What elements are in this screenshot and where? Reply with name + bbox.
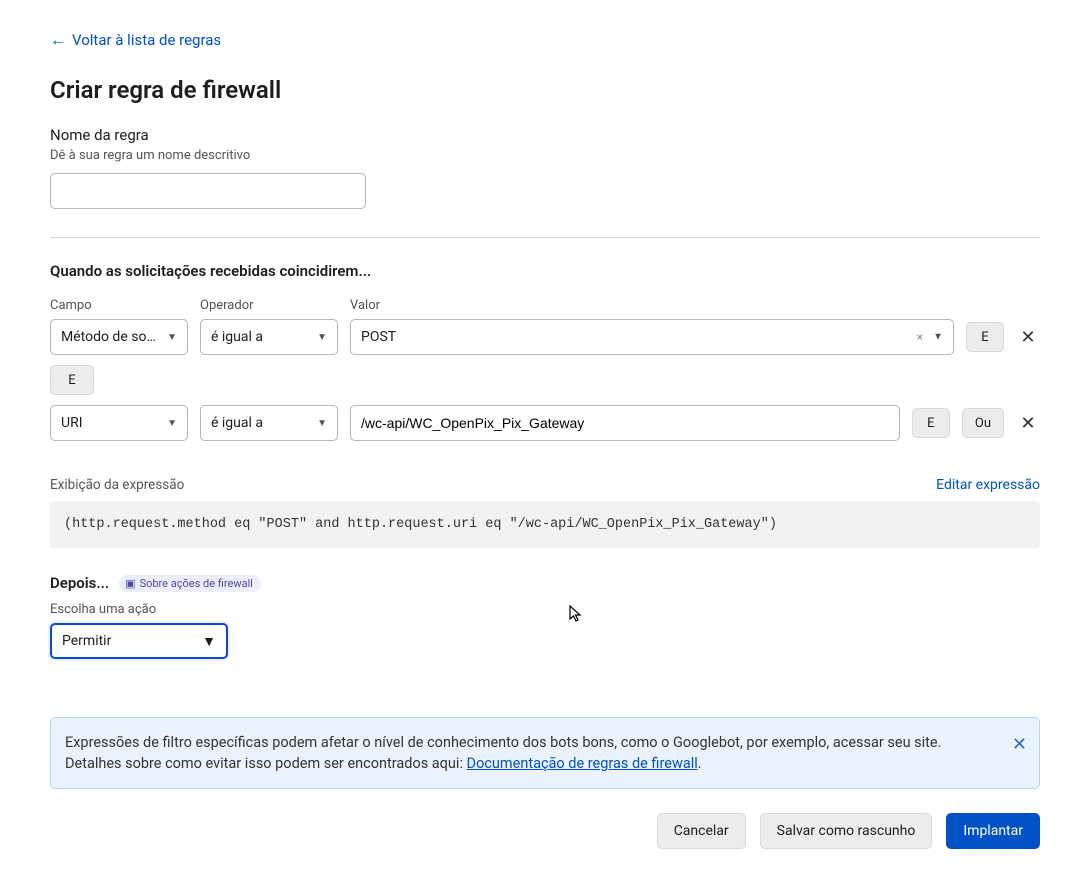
col-header-value: Valor (350, 298, 954, 313)
col-header-field: Campo (50, 298, 188, 313)
field-select-0[interactable]: Método de sol... ▼ (50, 319, 188, 355)
logic-or-button-1[interactable]: Ou (962, 408, 1004, 438)
conditions-title: Quando as solicitações recebidas coincid… (50, 262, 1040, 280)
field-select-1[interactable]: URI ▼ (50, 405, 188, 441)
then-label: Depois... (50, 574, 109, 592)
chevron-down-icon: ▼ (317, 332, 327, 343)
edit-expression-link[interactable]: Editar expressão (936, 477, 1040, 493)
chevron-down-icon: ▼ (202, 633, 216, 650)
book-icon: ▣ (125, 577, 135, 590)
info-banner-after: . (698, 755, 702, 772)
operator-select-0[interactable]: é igual a ▼ (200, 319, 338, 355)
logic-and-button-1[interactable]: E (912, 408, 950, 438)
field-select-1-value: URI (61, 415, 83, 431)
expression-label: Exibição da expressão (50, 477, 184, 493)
field-select-0-value: Método de sol... (61, 329, 159, 345)
save-draft-button[interactable]: Salvar como rascunho (760, 813, 933, 849)
back-link-label: Voltar à lista de regras (72, 31, 221, 49)
deploy-button[interactable]: Implantar (946, 813, 1040, 849)
firewall-actions-help[interactable]: ▣ Sobre ações de firewall (119, 575, 261, 592)
logic-and-label-1: E (927, 416, 934, 431)
chevron-down-icon: ▼ (167, 418, 177, 429)
arrow-left-icon: ← (50, 30, 66, 50)
action-select-value: Permitir (62, 633, 111, 649)
value-input-0-value: POST (361, 329, 396, 345)
logic-joiner[interactable]: E (50, 365, 94, 395)
deploy-button-label: Implantar (963, 823, 1023, 839)
logic-and-button-0[interactable]: E (966, 322, 1004, 352)
cancel-button-label: Cancelar (674, 823, 729, 839)
operator-select-0-value: é igual a (211, 329, 263, 345)
remove-row-1[interactable]: ✕ (1016, 411, 1040, 435)
firewall-actions-help-label: Sobre ações de firewall (140, 577, 253, 590)
rule-name-hint: Dê à sua regra um nome descritivo (50, 148, 1040, 163)
logic-joiner-label: E (68, 373, 75, 388)
divider (50, 237, 1040, 238)
back-link[interactable]: ← Voltar à lista de regras (50, 30, 221, 50)
logic-or-label-1: Ou (975, 416, 991, 431)
logic-and-label-0: E (981, 330, 988, 345)
page-title: Criar regra de firewall (50, 76, 1040, 104)
clear-tag-icon[interactable]: × (917, 330, 923, 344)
cancel-button[interactable]: Cancelar (657, 813, 746, 849)
operator-select-1-value: é igual a (211, 415, 263, 431)
value-input-0[interactable]: POST × ▼ (350, 319, 954, 355)
info-banner: Expressões de filtro específicas podem a… (50, 717, 1040, 789)
operator-select-1[interactable]: é igual a ▼ (200, 405, 338, 441)
remove-row-0[interactable]: ✕ (1016, 325, 1040, 349)
action-label: Escolha uma ação (50, 602, 1040, 617)
info-banner-link[interactable]: Documentação de regras de firewall (467, 755, 698, 772)
action-select[interactable]: Permitir ▼ (50, 623, 228, 659)
chevron-down-icon: ▼ (167, 332, 177, 343)
save-draft-button-label: Salvar como rascunho (777, 823, 916, 839)
value-input-1[interactable] (350, 405, 900, 441)
col-header-operator: Operador (200, 298, 338, 313)
rule-name-input[interactable] (50, 173, 366, 209)
rule-name-label: Nome da regra (50, 126, 1040, 144)
chevron-down-icon: ▼ (317, 418, 327, 429)
close-icon[interactable]: ✕ (1012, 732, 1027, 758)
chevron-down-icon: ▼ (933, 332, 943, 343)
expression-preview: (http.request.method eq "POST" and http.… (50, 501, 1040, 548)
